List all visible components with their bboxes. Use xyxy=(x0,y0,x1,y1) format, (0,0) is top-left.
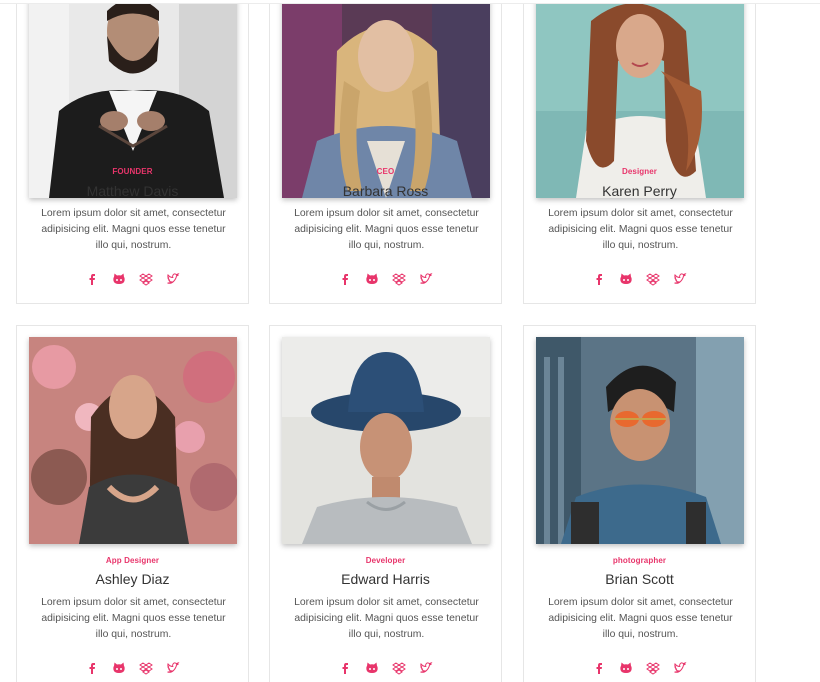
twitter-icon[interactable] xyxy=(166,661,180,675)
member-bio: Lorem ipsum dolor sit amet, consectetur … xyxy=(548,597,733,640)
github-icon[interactable] xyxy=(365,661,379,675)
dropbox-icon[interactable] xyxy=(392,661,406,675)
member-name: Barbara Ross xyxy=(342,183,429,199)
member-bio: Lorem ipsum dolor sit amet, consectetur … xyxy=(548,208,733,251)
member-name: Ashley Diaz xyxy=(95,571,170,587)
social-links xyxy=(270,272,501,286)
dropbox-icon[interactable] xyxy=(646,661,660,675)
profile-photo xyxy=(282,337,490,544)
member-role: Developer xyxy=(365,556,406,565)
dropbox-icon[interactable] xyxy=(392,272,406,286)
member-bio: Lorem ipsum dolor sit amet, consectetur … xyxy=(41,597,226,640)
facebook-icon[interactable] xyxy=(85,272,99,286)
team-card-ashley-diaz: App Designer Ashley Diaz Lorem ipsum dol… xyxy=(16,325,249,682)
twitter-icon[interactable] xyxy=(419,272,433,286)
facebook-icon[interactable] xyxy=(592,272,606,286)
twitter-icon[interactable] xyxy=(673,661,687,675)
member-name: Brian Scott xyxy=(605,571,674,587)
member-role: App Designer xyxy=(105,556,160,565)
social-links xyxy=(270,661,501,675)
team-card-karen-perry: Designer Karen Perry Lorem ipsum dolor s… xyxy=(523,0,756,304)
social-links xyxy=(17,661,248,675)
social-links xyxy=(524,661,755,675)
team-card-barbara-ross: CEO Barbara Ross Lorem ipsum dolor sit a… xyxy=(269,0,502,304)
member-name: Matthew Davis xyxy=(86,183,179,199)
facebook-icon[interactable] xyxy=(338,661,352,675)
member-bio: Lorem ipsum dolor sit amet, consectetur … xyxy=(41,208,226,251)
member-role: photographer xyxy=(612,556,667,565)
facebook-icon[interactable] xyxy=(592,661,606,675)
member-role: FOUNDER xyxy=(112,167,153,176)
member-name: Karen Perry xyxy=(602,183,677,199)
twitter-icon[interactable] xyxy=(419,661,433,675)
profile-photo xyxy=(536,337,744,544)
social-links xyxy=(17,272,248,286)
facebook-icon[interactable] xyxy=(338,272,352,286)
github-icon[interactable] xyxy=(112,661,126,675)
team-card-brian-scott: photographer Brian Scott Lorem ipsum dol… xyxy=(523,325,756,682)
dropbox-icon[interactable] xyxy=(139,661,153,675)
dropbox-icon[interactable] xyxy=(646,272,660,286)
top-bar xyxy=(0,0,820,4)
member-role: Designer xyxy=(621,167,658,176)
github-icon[interactable] xyxy=(619,661,633,675)
member-name: Edward Harris xyxy=(341,571,430,587)
github-icon[interactable] xyxy=(619,272,633,286)
social-links xyxy=(524,272,755,286)
team-card-matthew-davis: FOUNDER Matthew Davis Lorem ipsum dolor … xyxy=(16,0,249,304)
github-icon[interactable] xyxy=(365,272,379,286)
team-card-edward-harris: Developer Edward Harris Lorem ipsum dolo… xyxy=(269,325,502,682)
member-role: CEO xyxy=(376,167,395,176)
twitter-icon[interactable] xyxy=(673,272,687,286)
member-bio: Lorem ipsum dolor sit amet, consectetur … xyxy=(294,208,479,251)
member-bio: Lorem ipsum dolor sit amet, consectetur … xyxy=(294,597,479,640)
facebook-icon[interactable] xyxy=(85,661,99,675)
github-icon[interactable] xyxy=(112,272,126,286)
profile-photo xyxy=(29,337,237,544)
dropbox-icon[interactable] xyxy=(139,272,153,286)
twitter-icon[interactable] xyxy=(166,272,180,286)
